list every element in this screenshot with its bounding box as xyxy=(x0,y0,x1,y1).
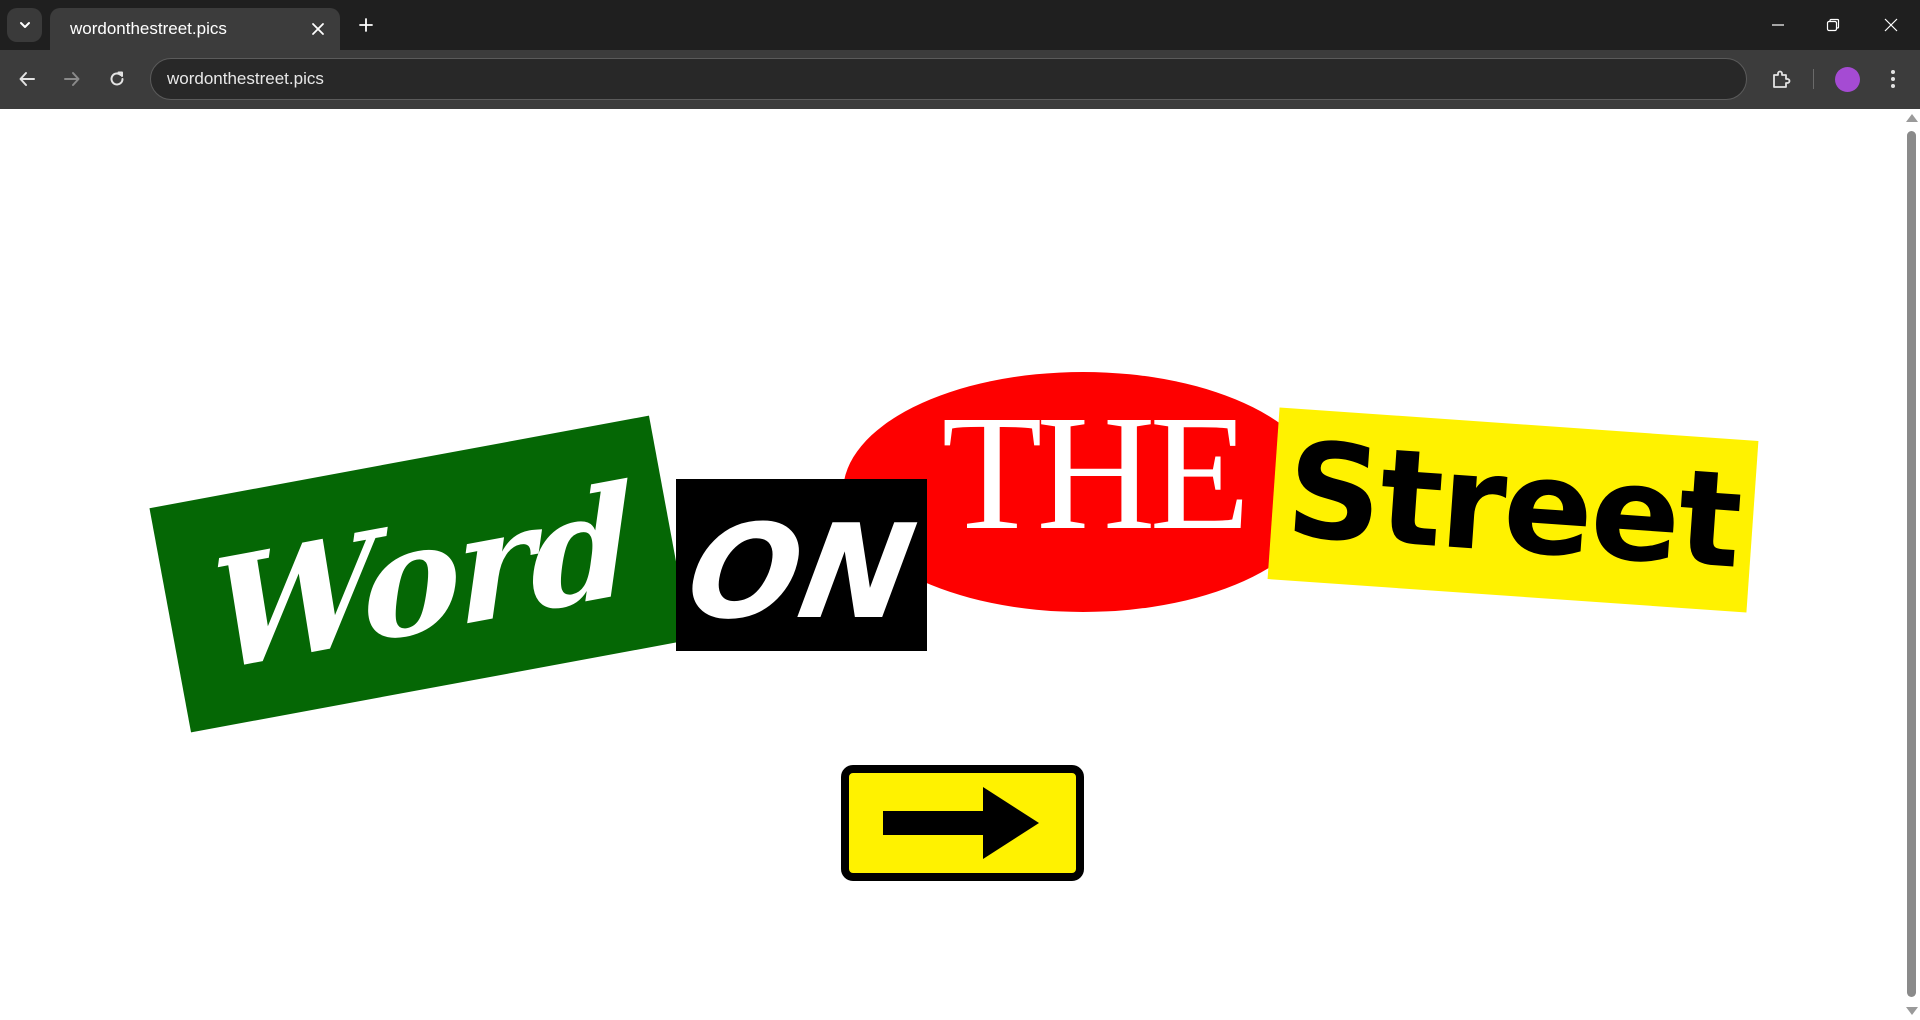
back-button[interactable] xyxy=(10,62,44,96)
tab-title: wordonthestreet.pics xyxy=(70,19,227,38)
next-arrow-button[interactable] xyxy=(841,765,1084,881)
scroll-up-arrow[interactable] xyxy=(1906,114,1918,122)
plus-icon xyxy=(359,18,373,32)
forward-arrow-icon xyxy=(64,72,80,86)
kebab-menu-icon xyxy=(1891,70,1895,88)
minimize-button[interactable] xyxy=(1758,10,1798,40)
restore-icon xyxy=(1826,18,1840,32)
puzzle-piece-icon xyxy=(1773,70,1791,88)
logo-street-block: Street xyxy=(1267,407,1759,613)
scroll-down-arrow[interactable] xyxy=(1906,1007,1918,1015)
browser-menu-button[interactable] xyxy=(1876,62,1910,96)
forward-button[interactable] xyxy=(55,62,89,96)
logo-word-block: Word xyxy=(149,415,691,733)
address-bar[interactable]: wordonthestreet.pics xyxy=(150,58,1747,100)
logo-on-text: ON xyxy=(676,496,927,648)
restore-button[interactable] xyxy=(1813,10,1853,40)
vertical-scrollbar[interactable] xyxy=(1903,109,1920,1020)
reload-icon xyxy=(110,71,124,86)
profile-avatar[interactable] xyxy=(1835,67,1860,92)
close-icon xyxy=(312,23,324,35)
site-logo: Word THE Street ON xyxy=(0,109,1900,1020)
new-tab-button[interactable] xyxy=(352,11,380,39)
reload-button[interactable] xyxy=(100,62,134,96)
close-icon xyxy=(1884,18,1898,32)
tab-strip: wordonthestreet.pics xyxy=(0,0,1920,50)
toolbar-separator xyxy=(1813,69,1814,89)
scroll-thumb[interactable] xyxy=(1907,131,1916,997)
right-arrow-icon xyxy=(882,787,1039,859)
logo-on-block: ON xyxy=(676,479,927,651)
browser-toolbar: wordonthestreet.pics xyxy=(0,50,1920,109)
chevron-down-icon xyxy=(19,22,30,28)
page-viewport: Word THE Street ON xyxy=(0,109,1920,1020)
logo-word-text: Word xyxy=(208,451,634,707)
logo-street-text: Street xyxy=(1281,413,1745,599)
logo-the-text: THE xyxy=(941,380,1251,564)
extensions-button[interactable] xyxy=(1764,62,1798,96)
tab-close-button[interactable] xyxy=(306,17,330,41)
minimize-icon xyxy=(1772,24,1784,26)
active-tab[interactable]: wordonthestreet.pics xyxy=(50,8,340,50)
back-arrow-icon xyxy=(19,72,35,86)
address-bar-url: wordonthestreet.pics xyxy=(167,69,324,88)
close-window-button[interactable] xyxy=(1871,10,1911,40)
tab-search-button[interactable] xyxy=(7,8,42,42)
